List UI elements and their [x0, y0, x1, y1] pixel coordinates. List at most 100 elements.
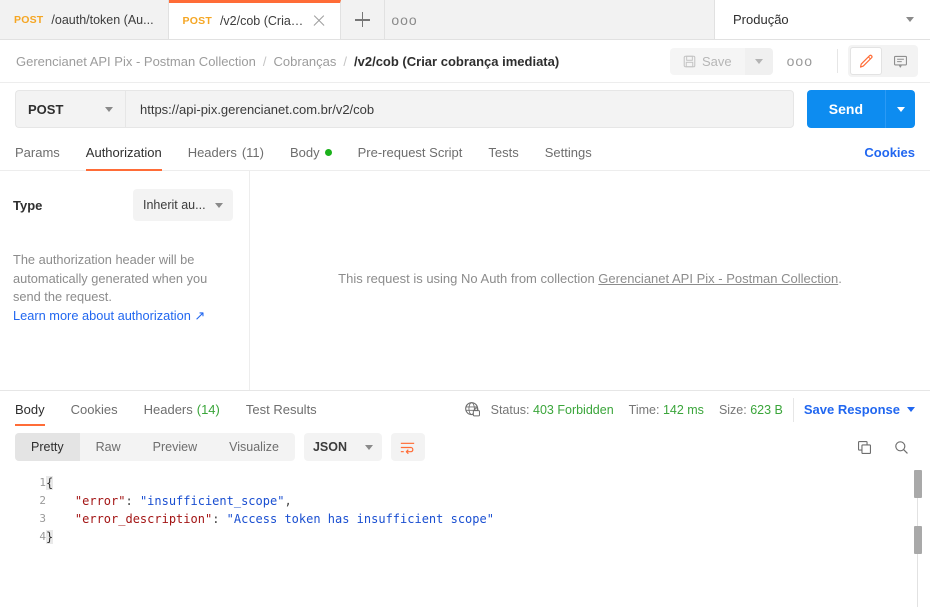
- request-tab-oauth-token[interactable]: POST /oauth/token (Au...: [0, 0, 169, 39]
- tab-tests[interactable]: Tests: [475, 135, 531, 170]
- breadcrumb-separator: /: [262, 53, 267, 69]
- auth-type-label: Type: [13, 197, 43, 213]
- auth-type-selector[interactable]: Inherit au...: [133, 189, 233, 221]
- response-body-viewer[interactable]: 1 2 3 4 { "error": "insufficient_scope",…: [0, 466, 930, 607]
- response-body-toolbar: Pretty Raw Preview Visualize JSON: [0, 428, 930, 466]
- inherited-auth-message: This request is using No Auth from colle…: [338, 271, 842, 286]
- search-icon: [894, 440, 908, 454]
- environment-label: Produção: [733, 12, 789, 27]
- tab-label: Headers: [187, 145, 237, 160]
- save-button-group: Save: [670, 47, 773, 75]
- view-mode-preview[interactable]: Preview: [137, 433, 213, 461]
- code-token: "insufficient_scope": [139, 494, 285, 508]
- response-body-code[interactable]: { "error": "insufficient_scope", "error_…: [46, 466, 930, 607]
- view-mode-visualize[interactable]: Visualize: [213, 433, 295, 461]
- auth-description: The authorization header will be automat…: [13, 252, 208, 304]
- response-format-selector[interactable]: JSON: [303, 433, 382, 461]
- save-options-button[interactable]: [744, 47, 773, 75]
- body-present-indicator-icon: [324, 149, 332, 156]
- copy-response-button[interactable]: [850, 433, 878, 461]
- request-tab-v2-cob[interactable]: POST /v2/cob (Criar co...: [168, 0, 341, 39]
- environment-selector[interactable]: Produção: [715, 0, 930, 39]
- comment-request-button[interactable]: [884, 47, 916, 75]
- tab-label: Params: [15, 145, 60, 160]
- new-tab-button[interactable]: [340, 0, 385, 39]
- status-value: 403 Forbidden: [533, 402, 614, 417]
- floppy-disk-icon: [683, 55, 696, 67]
- auth-type-row: Type Inherit au...: [10, 189, 233, 221]
- send-options-button[interactable]: [885, 90, 915, 128]
- send-button[interactable]: Send: [806, 90, 885, 128]
- size-label: Size:: [718, 402, 747, 417]
- code-token: :: [125, 494, 140, 508]
- copy-icon: [857, 440, 871, 454]
- save-button-label: Save: [702, 53, 732, 69]
- tab-label: Settings: [544, 145, 592, 160]
- tab-body[interactable]: Body: [277, 135, 345, 170]
- code-token: ,: [284, 494, 292, 508]
- request-more-button[interactable]: ᴏᴏᴏ: [773, 53, 827, 69]
- response-body-scrollbar[interactable]: [914, 466, 922, 607]
- cookies-link[interactable]: Cookies: [864, 135, 915, 170]
- learn-more-authorization-link[interactable]: Learn more about authorization ↗: [10, 308, 233, 324]
- chevron-down-icon: [906, 17, 914, 22]
- tab-authorization[interactable]: Authorization: [73, 135, 175, 171]
- save-response-label: Save Response: [803, 402, 900, 417]
- tab-pre-request-script[interactable]: Pre-request Script: [345, 135, 476, 170]
- view-mode-raw[interactable]: Raw: [80, 433, 137, 461]
- response-tab-test-results[interactable]: Test Results: [233, 391, 330, 428]
- save-response-button[interactable]: Save Response: [804, 402, 915, 417]
- time-label: Time:: [628, 402, 660, 417]
- edit-request-button[interactable]: [850, 47, 882, 75]
- request-tabs-spacer: [605, 135, 865, 170]
- http-method-selector[interactable]: POST: [15, 90, 125, 128]
- ellipsis-icon: ᴏᴏᴏ: [786, 53, 813, 69]
- response-tab-cookies[interactable]: Cookies: [58, 391, 131, 428]
- code-token: "Access token has insufficient scope": [226, 512, 494, 526]
- word-wrap-button[interactable]: [390, 433, 425, 461]
- response-header: Body Cookies Headers (14) Test Results S…: [0, 390, 930, 428]
- view-mode-pretty[interactable]: Pretty: [15, 433, 80, 461]
- chevron-down-icon: [105, 106, 113, 112]
- tab-label: Headers: [143, 402, 193, 417]
- code-token: :: [212, 512, 227, 526]
- tab-headers[interactable]: Headers (11): [175, 135, 277, 170]
- response-meta: Status: 403 Forbidden Time: 142 ms Size:…: [491, 403, 783, 417]
- url-input[interactable]: https://api-pix.gerencianet.com.br/v2/co…: [125, 90, 794, 128]
- code-token: "error": [74, 494, 126, 508]
- tab-label: Body: [289, 145, 320, 160]
- plus-icon: [354, 12, 370, 27]
- tab-params[interactable]: Params: [15, 135, 73, 170]
- response-tab-headers[interactable]: Headers (14): [131, 391, 233, 428]
- code-line: "error_description": "Access token has i…: [46, 510, 930, 528]
- breadcrumb-separator: /: [343, 53, 348, 69]
- pencil-icon: [859, 54, 873, 68]
- breadcrumb: Gerencianet API Pix - Postman Collection…: [16, 54, 670, 69]
- code-token: }: [46, 530, 54, 544]
- scrollbar-thumb[interactable]: [914, 470, 922, 498]
- chevron-down-icon: [754, 58, 763, 64]
- scrollbar-thumb-secondary[interactable]: [914, 526, 922, 554]
- search-response-button[interactable]: [887, 433, 915, 461]
- tab-method-label: POST: [14, 13, 44, 26]
- tab-settings[interactable]: Settings: [532, 135, 605, 170]
- tab-badge: (14): [196, 402, 220, 417]
- chevron-down-icon: [907, 407, 915, 412]
- inherited-collection-link[interactable]: Gerencianet API Pix - Postman Collection: [598, 271, 838, 286]
- tab-overflow-button[interactable]: ᴏᴏᴏ: [384, 0, 425, 39]
- request-actions: Save ᴏᴏᴏ: [670, 45, 918, 77]
- time-value: 142 ms: [662, 402, 704, 417]
- chevron-down-icon: [364, 444, 373, 450]
- view-toggle-group: [848, 45, 918, 77]
- inherited-auth-suffix: .: [838, 271, 842, 286]
- response-format-value: JSON: [312, 440, 347, 454]
- divider: [837, 49, 838, 73]
- breadcrumb-item-folder[interactable]: Cobranças: [274, 54, 337, 69]
- response-tab-body[interactable]: Body: [15, 391, 58, 428]
- save-button[interactable]: Save: [670, 47, 745, 75]
- close-icon[interactable]: [312, 14, 326, 28]
- breadcrumb-item-collection[interactable]: Gerencianet API Pix - Postman Collection: [16, 54, 256, 69]
- tab-title: /oauth/token (Au...: [51, 12, 154, 27]
- response-size: Size: 623 B: [719, 403, 783, 417]
- code-token: {: [46, 476, 54, 490]
